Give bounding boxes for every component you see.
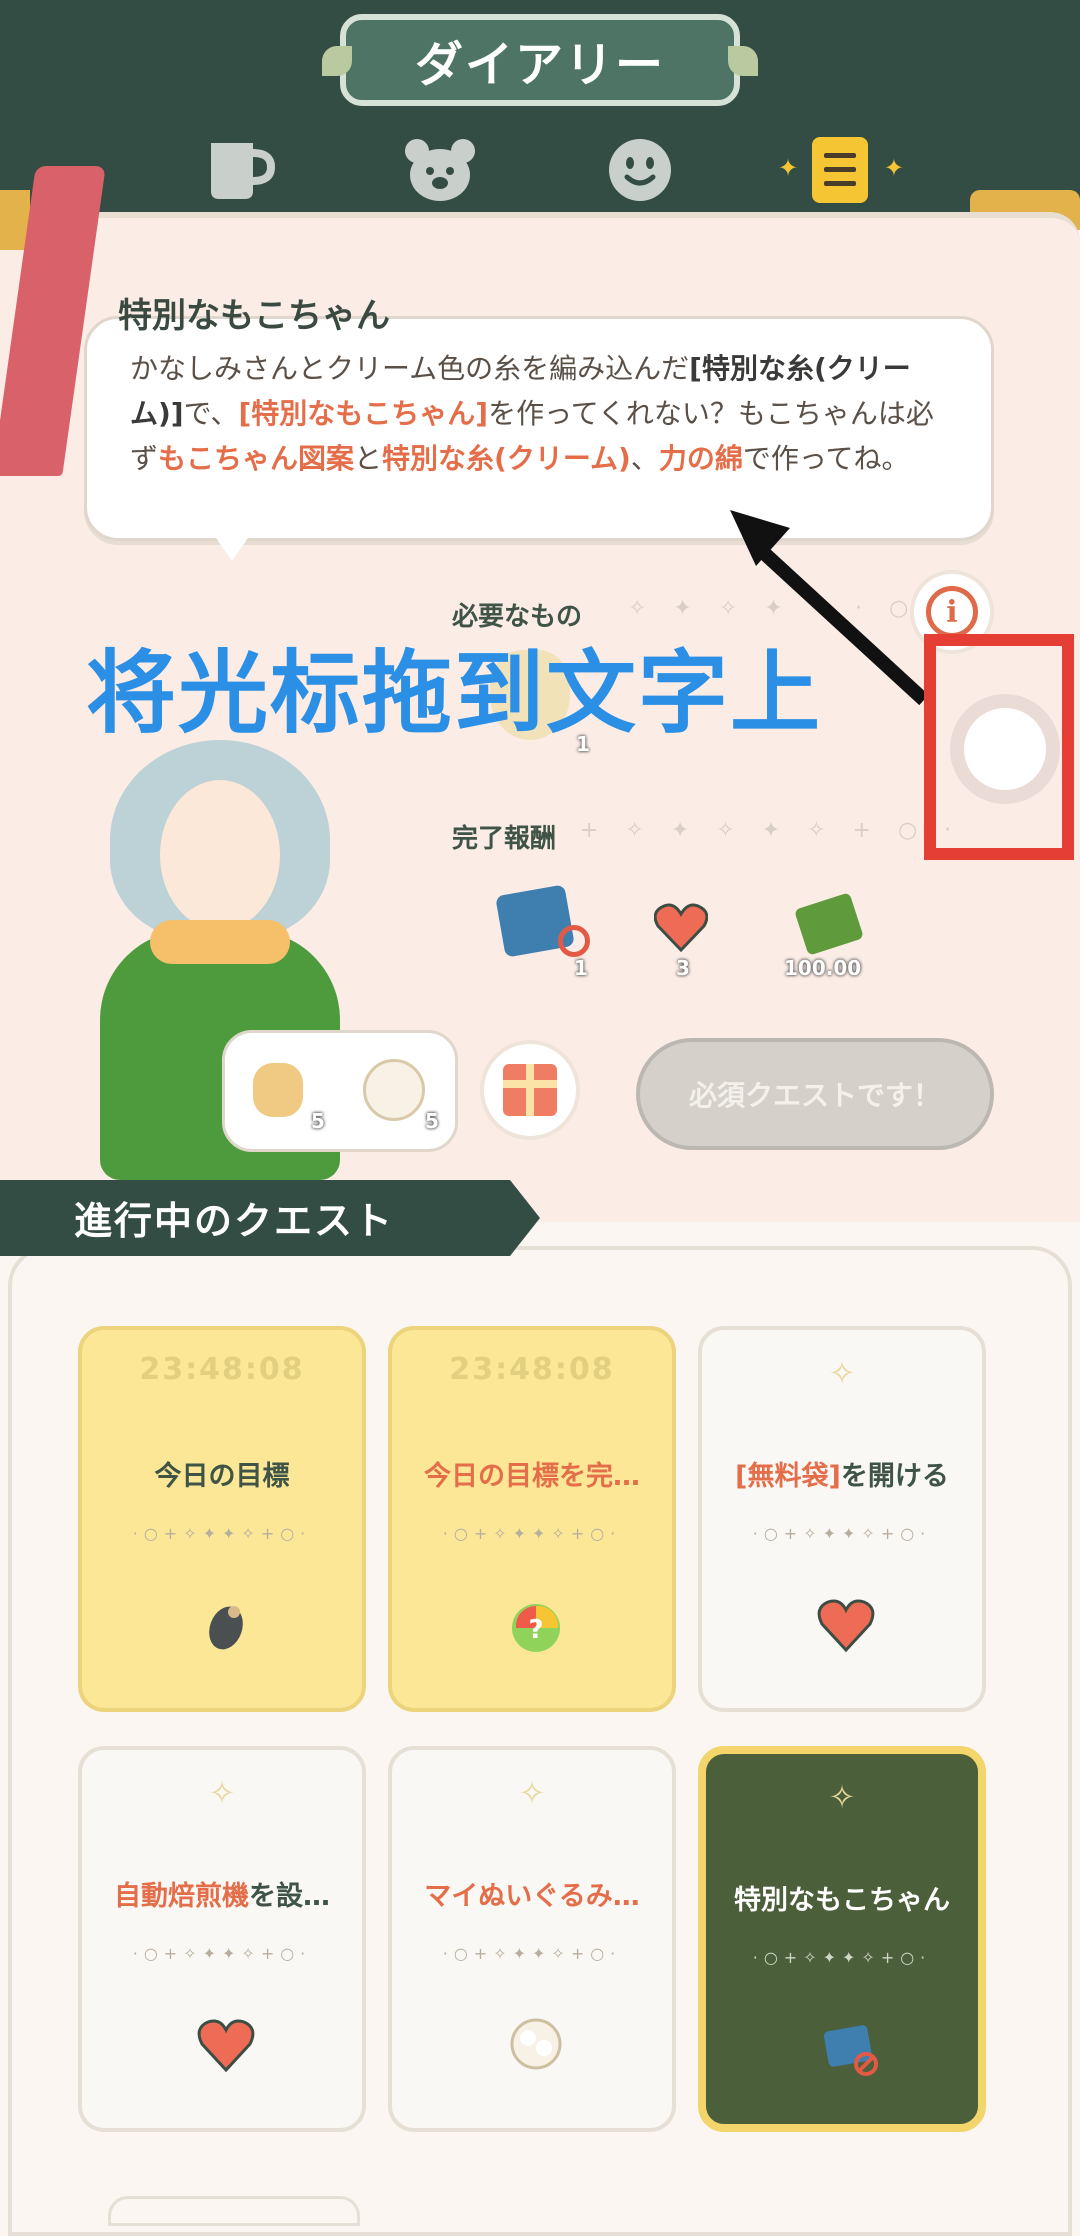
quest-banner-title: 進行中のクエスト	[74, 1199, 395, 1243]
drag-cursor[interactable]	[950, 694, 1060, 804]
arrow-icon	[730, 510, 929, 706]
